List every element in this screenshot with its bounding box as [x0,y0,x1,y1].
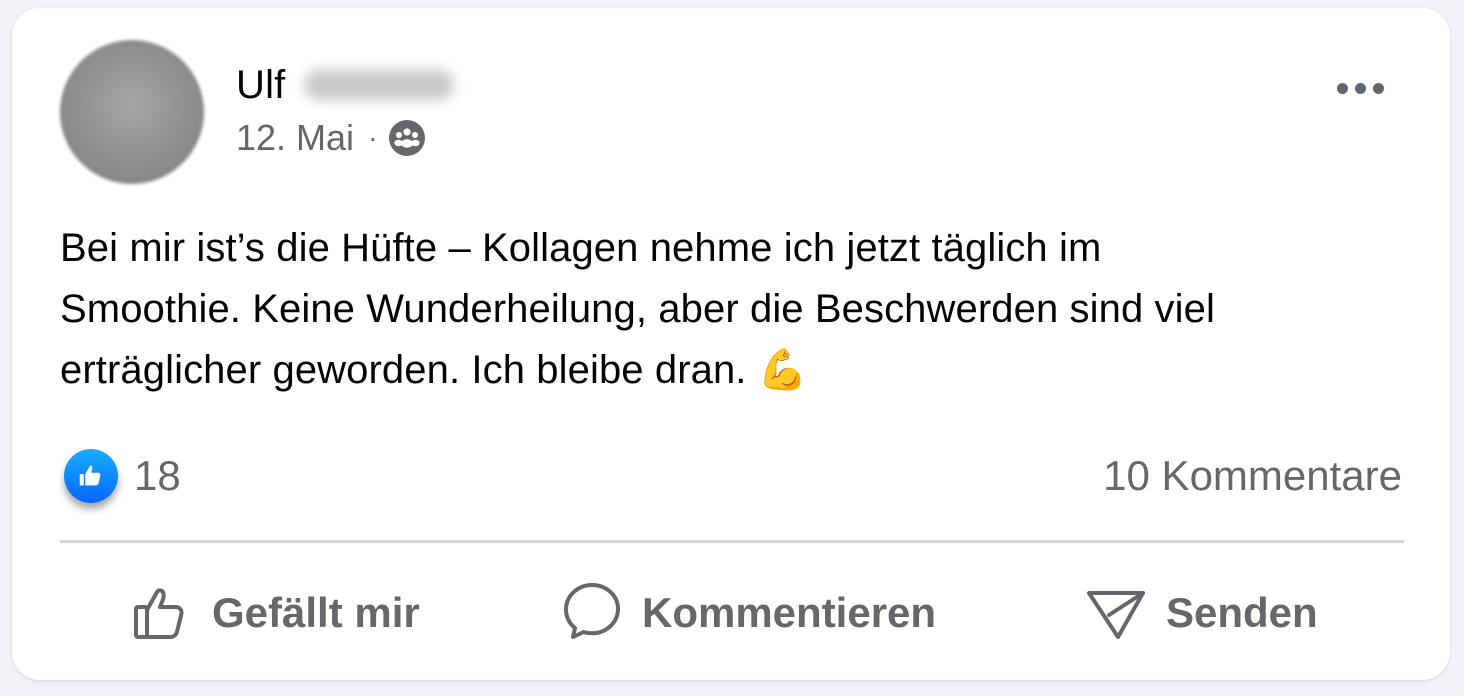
flexed-biceps-emoji: 💪 [757,347,808,393]
more-dot [1354,82,1366,94]
like-button-label: Gefällt mir [212,589,420,636]
avatar[interactable] [60,40,204,184]
more-options-button[interactable] [1330,70,1390,106]
post-text-line: Bei mir ist’s die Hüfte – Kollagen nehme… [60,226,1102,270]
send-button[interactable]: Senden [1084,568,1318,658]
comment-count-link[interactable]: 10 Kommentare [1103,452,1402,500]
post-meta: 12. Mai · [236,116,427,160]
thumbs-up-icon [130,579,194,648]
post-stats: 18 10 Kommentare [64,446,1402,506]
post-text: Bei mir ist’s die Hüfte – Kollagen nehme… [60,218,1410,401]
meta-separator: · [368,122,378,153]
post-card: Ulf 12. Mai · Bei mir ist’s die Hüfte – … [12,8,1450,680]
send-button-label: Senden [1166,589,1318,636]
divider [60,540,1404,543]
more-horizontal-icon [1336,82,1348,94]
like-button[interactable]: Gefällt mir [130,568,420,658]
reactions-summary[interactable]: 18 [64,449,181,503]
author-name[interactable]: Ulf [236,63,286,108]
author-row: Ulf [236,60,454,110]
like-count: 18 [134,452,181,499]
comment-bubble-icon [560,579,624,648]
comment-button-label: Kommentieren [642,589,937,636]
more-dot [1372,82,1384,94]
author-surname-blurred [303,70,454,100]
post-text-line: erträglicher geworden. Ich bleibe dran. [60,348,747,392]
post-text-line: Smoothie. Keine Wunderheilung, aber die … [60,287,1215,331]
group-icon [387,118,427,158]
comment-button[interactable]: Kommentieren [560,568,936,658]
post-text-line-last: erträglicher geworden. Ich bleibe dran. … [60,340,1410,401]
post-actions: Gefällt mir Kommentieren Senden [60,568,1404,658]
send-icon [1084,579,1148,648]
like-reaction-icon [64,449,118,503]
post-date[interactable]: 12. Mai [236,117,354,159]
